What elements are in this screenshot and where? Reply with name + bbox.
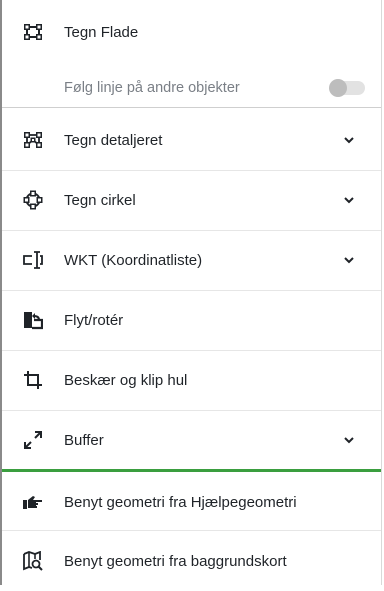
menu-item-label: Tegn cirkel: [64, 191, 136, 209]
move-rotate-icon: [22, 309, 44, 331]
polygon-draw-icon: [22, 21, 44, 43]
menu-item-tegn-cirkel[interactable]: Tegn cirkel: [2, 170, 381, 230]
menu-item-label: Buffer: [64, 431, 104, 449]
menu-item-flyt-roter[interactable]: Flyt/rotér: [2, 290, 381, 350]
chevron-down-icon: [343, 254, 355, 266]
menu-item-beskaer[interactable]: Beskær og klip hul: [2, 350, 381, 410]
chevron-down-icon: [343, 434, 355, 446]
drawing-tools-menu: Tegn Flade Følg linje på andre objekter: [0, 0, 382, 585]
menu-item-label: Benyt geometri fra Hjælpegeometri: [64, 493, 297, 511]
menu-item-baggrundskort[interactable]: Benyt geometri fra baggrundskort: [2, 531, 381, 591]
menu-item-wkt[interactable]: WKT (Koordinatliste): [2, 230, 381, 290]
expand-arrows-icon: [22, 429, 44, 451]
menu-item-label: Flyt/rotér: [64, 311, 124, 329]
text-cursor-icon: [22, 249, 44, 271]
divider: [2, 107, 381, 108]
follow-line-toggle[interactable]: [329, 79, 365, 97]
menu-item-tegn-detaljeret[interactable]: Tegn detaljeret: [2, 110, 381, 170]
menu-item-follow-line: Følg linje på andre objekter: [2, 58, 381, 118]
menu-item-label: Tegn Flade: [64, 23, 139, 41]
toggle-knob: [329, 79, 347, 97]
menu-item-label: Følg linje på andre objekter: [64, 80, 240, 96]
circle-draw-icon: [22, 189, 44, 211]
map-search-icon: [22, 550, 44, 572]
chevron-down-icon: [343, 194, 355, 206]
menu-item-label: Beskær og klip hul: [64, 371, 188, 389]
menu-item-tegn-flade[interactable]: Tegn Flade: [2, 2, 381, 62]
hand-point-icon: [22, 491, 44, 513]
menu-item-buffer[interactable]: Buffer: [2, 410, 381, 470]
polygon-detailed-icon: [22, 129, 44, 151]
menu-item-label: Benyt geometri fra baggrundskort: [64, 552, 287, 570]
menu-item-label: WKT (Koordinatliste): [64, 251, 203, 269]
menu-item-label: Tegn detaljeret: [64, 131, 163, 149]
menu-item-hjaelpegeometri[interactable]: Benyt geometri fra Hjælpegeometri: [2, 472, 381, 532]
crop-icon: [22, 369, 44, 391]
chevron-down-icon: [343, 134, 355, 146]
